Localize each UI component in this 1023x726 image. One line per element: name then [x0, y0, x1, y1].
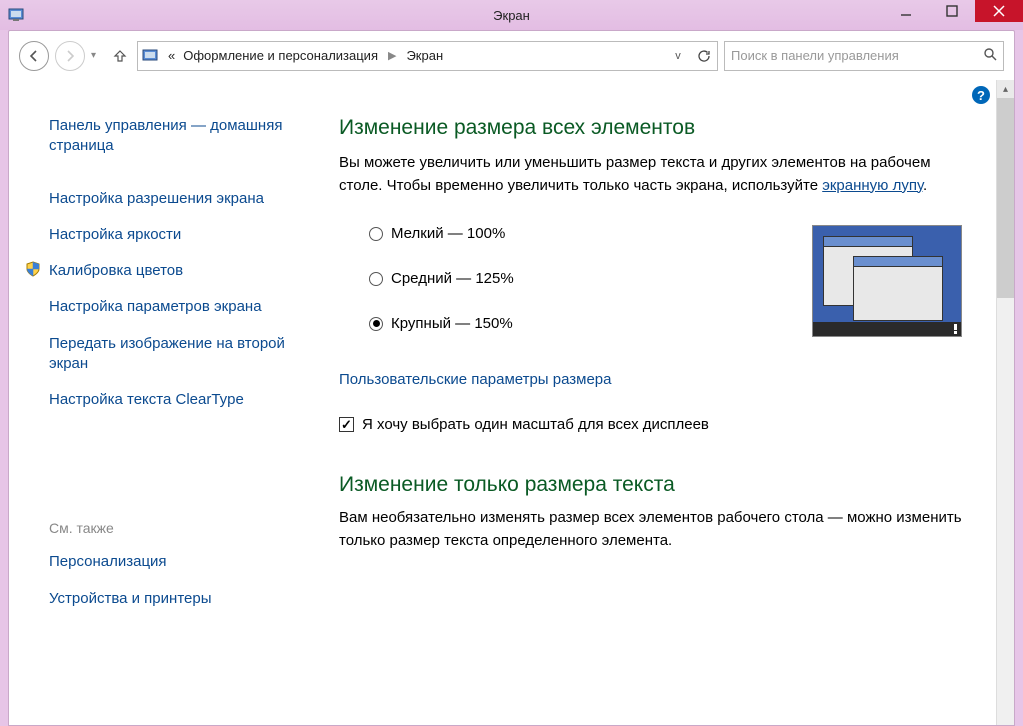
- sidebar-item-label: Калибровка цветов: [49, 262, 183, 279]
- shield-icon: [25, 261, 41, 277]
- radio-icon: [369, 272, 383, 286]
- address-bar[interactable]: « Оформление и персонализация ▶ Экран v: [137, 41, 718, 71]
- preview-image: [812, 225, 962, 337]
- scrollbar[interactable]: ▴: [996, 80, 1014, 725]
- search-box[interactable]: [724, 41, 1004, 71]
- single-scale-checkbox-row[interactable]: ✓ Я хочу выбрать один масштаб для всех д…: [339, 416, 970, 433]
- radio-label: Мелкий — 100%: [391, 225, 505, 242]
- sidebar-item-resolution[interactable]: Настройка разрешения экрана: [49, 183, 289, 215]
- custom-size-link[interactable]: Пользовательские параметры размера: [339, 371, 970, 388]
- radio-medium[interactable]: Средний — 125%: [369, 270, 514, 287]
- section-desc-2: Вам необязательно изменять размер всех э…: [339, 507, 970, 552]
- sidebar-item-cleartype[interactable]: Настройка текста ClearType: [49, 384, 289, 416]
- back-button[interactable]: [19, 41, 49, 71]
- radio-small[interactable]: Мелкий — 100%: [369, 225, 514, 242]
- forward-button[interactable]: [55, 41, 85, 71]
- breadcrumb-separator-icon: ▶: [388, 49, 396, 62]
- sidebar-item-brightness[interactable]: Настройка яркости: [49, 219, 289, 251]
- radio-icon: [369, 227, 383, 241]
- desc-period: .: [923, 177, 927, 194]
- section-title-resize-all: Изменение размера всех элементов: [339, 116, 970, 140]
- sidebar: Панель управления — домашняя страница На…: [9, 80, 309, 725]
- window-titlebar: Экран: [0, 0, 1023, 30]
- maximize-button[interactable]: [929, 0, 975, 22]
- radio-label: Крупный — 150%: [391, 315, 513, 332]
- search-icon[interactable]: [983, 47, 997, 64]
- history-dropdown-icon[interactable]: ▾: [91, 50, 103, 61]
- scale-radio-group: Мелкий — 100% Средний — 125% Крупный — 1…: [369, 225, 514, 337]
- sidebar-also-personalization[interactable]: Персонализация: [49, 546, 289, 578]
- refresh-button[interactable]: [693, 42, 715, 70]
- breadcrumb-item-1[interactable]: Оформление и персонализация: [183, 48, 378, 63]
- checkbox-icon-checked: ✓: [339, 417, 354, 432]
- radio-icon-selected: [369, 317, 383, 331]
- close-button[interactable]: [975, 0, 1023, 22]
- see-also-header: См. также: [49, 520, 289, 536]
- window-title: Экран: [493, 8, 530, 23]
- main-panel: Изменение размера всех элементов Вы може…: [309, 80, 1014, 725]
- radio-large[interactable]: Крупный — 150%: [369, 315, 514, 332]
- sidebar-also-devices[interactable]: Устройства и принтеры: [49, 583, 289, 615]
- radio-label: Средний — 125%: [391, 270, 514, 287]
- sidebar-item-project[interactable]: Передать изображение на второй экран: [49, 328, 289, 381]
- window-controls: [883, 0, 1023, 22]
- content-area: ? ▴ Панель управления — домашняя страниц…: [8, 80, 1015, 726]
- sidebar-home-link[interactable]: Панель управления — домашняя страница: [49, 110, 289, 163]
- up-button[interactable]: [109, 45, 131, 67]
- help-icon[interactable]: ?: [972, 86, 990, 104]
- app-icon: [8, 6, 26, 24]
- address-dropdown-icon[interactable]: v: [667, 42, 689, 70]
- breadcrumb-item-2[interactable]: Экран: [406, 48, 443, 63]
- section-desc-1: Вы можете увеличить или уменьшить размер…: [339, 152, 970, 197]
- minimize-button[interactable]: [883, 0, 929, 22]
- scroll-up-icon[interactable]: ▴: [997, 80, 1014, 98]
- magnifier-link[interactable]: экранную лупу: [822, 177, 923, 194]
- section-title-text-only: Изменение только размера текста: [339, 473, 970, 497]
- scroll-thumb[interactable]: [997, 98, 1014, 298]
- nav-toolbar: ▾ « Оформление и персонализация ▶ Экран …: [8, 30, 1015, 80]
- location-icon: [142, 47, 160, 65]
- sidebar-item-calibrate[interactable]: Калибровка цветов: [49, 255, 289, 287]
- sidebar-item-display-settings[interactable]: Настройка параметров экрана: [49, 291, 289, 323]
- breadcrumb-prefix: «: [168, 48, 175, 63]
- checkbox-label: Я хочу выбрать один масштаб для всех дис…: [362, 416, 709, 433]
- search-input[interactable]: [731, 48, 997, 63]
